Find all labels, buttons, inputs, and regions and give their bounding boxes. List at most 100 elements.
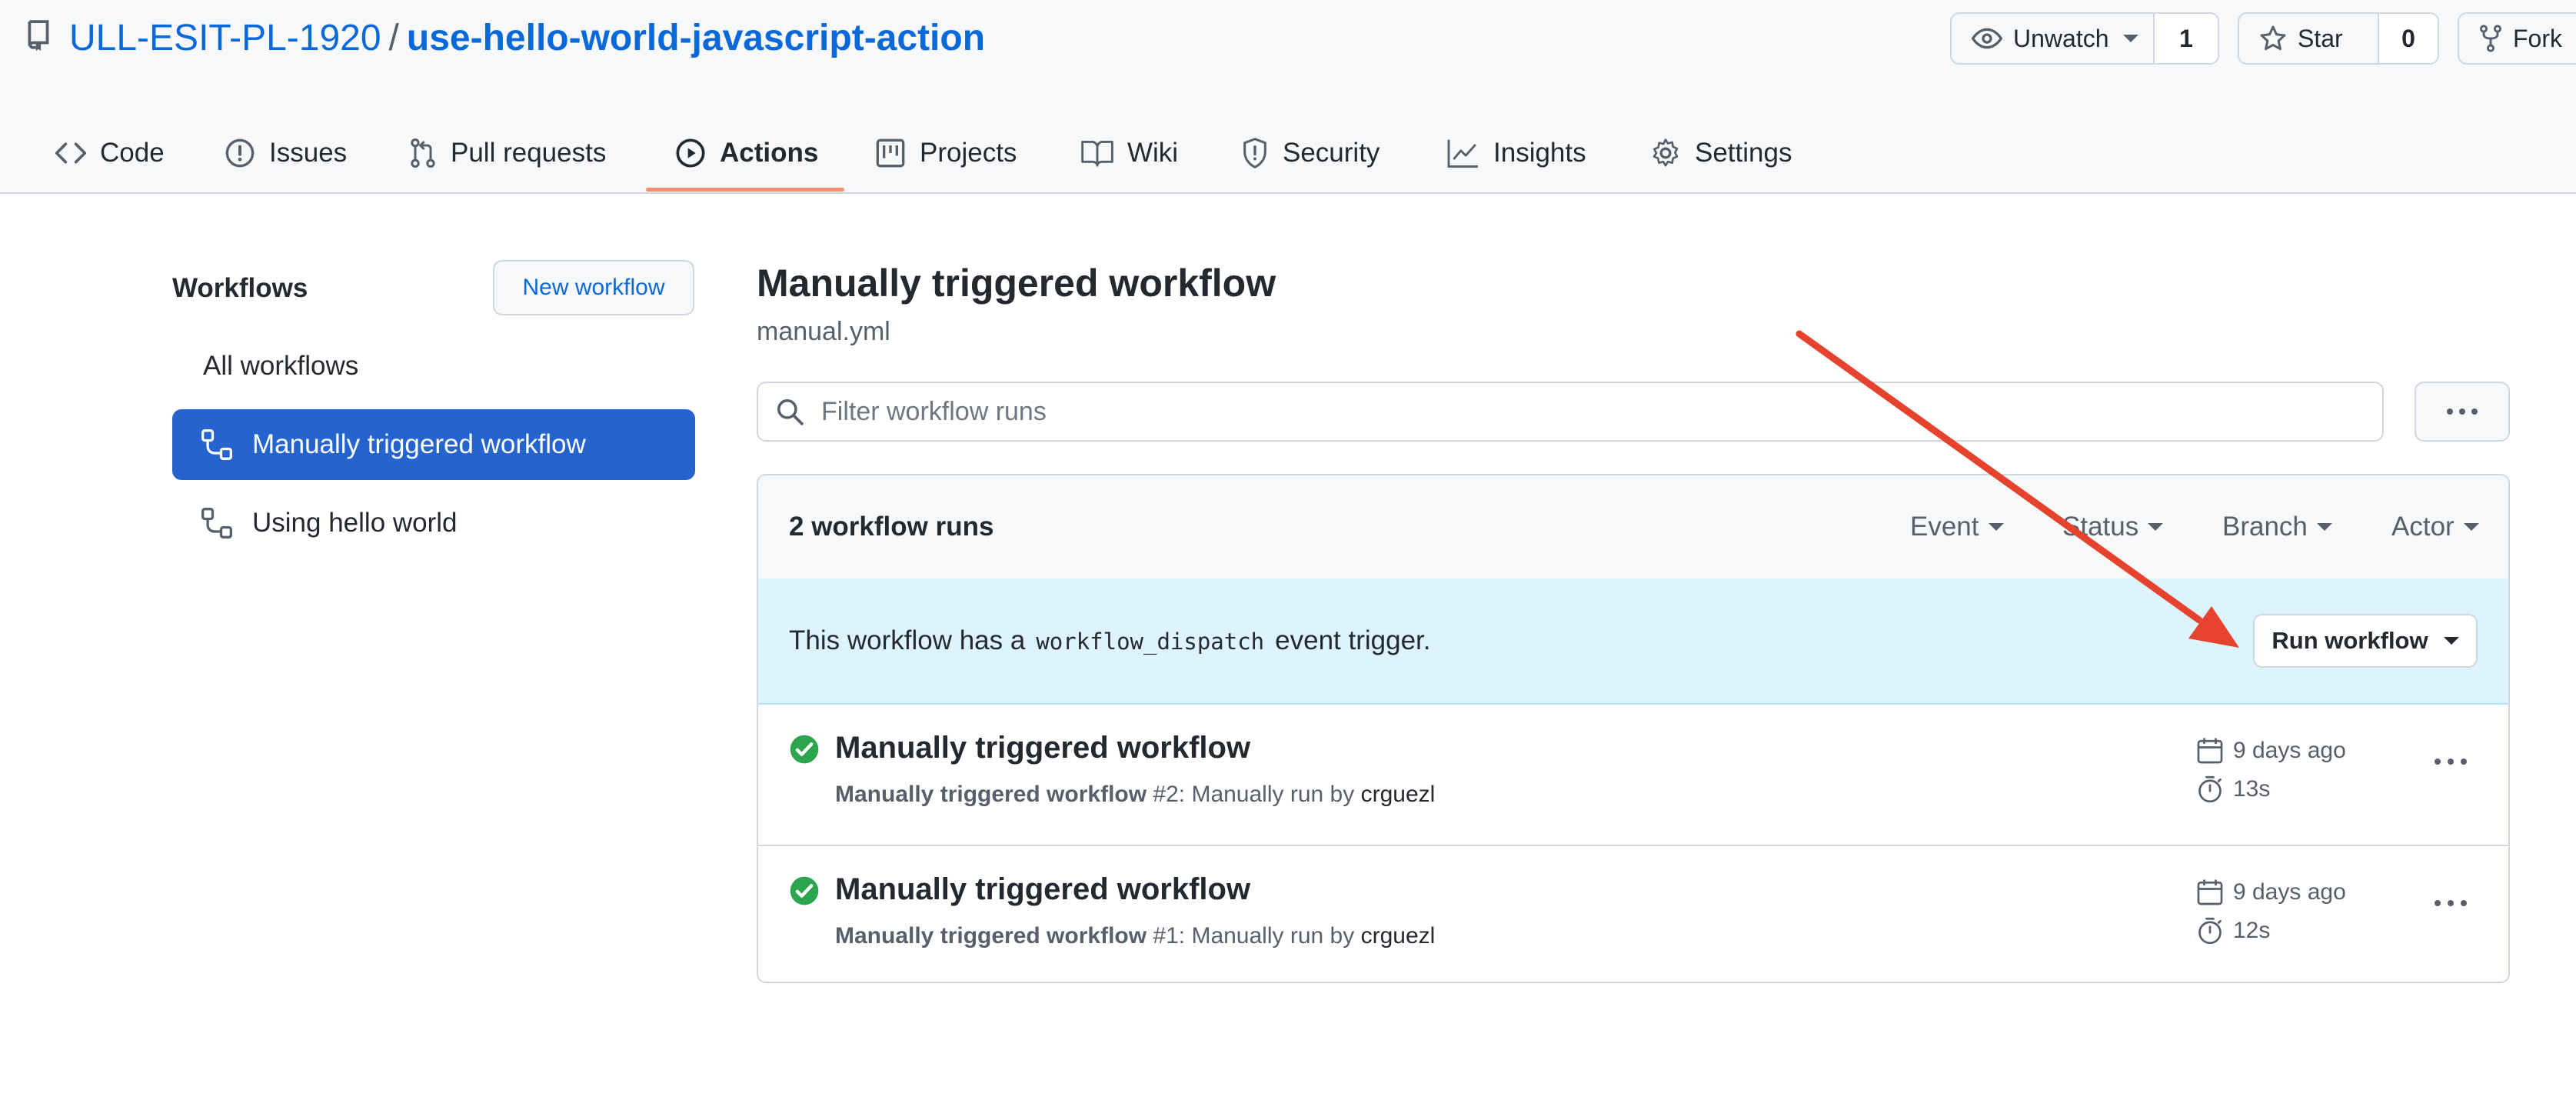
- tab-actions-label: Actions: [720, 138, 819, 168]
- kebab-horizontal-icon: [2445, 407, 2479, 416]
- success-check-icon: [789, 734, 820, 765]
- shield-icon: [1241, 138, 1283, 168]
- run-date: 9 days ago: [2196, 877, 2346, 908]
- eye-icon: [1972, 27, 2013, 50]
- issue-icon: [225, 138, 269, 168]
- run-actor[interactable]: crguezl: [1361, 782, 1436, 807]
- repo-name-link[interactable]: use-hello-world-javascript-action: [407, 18, 985, 58]
- tab-projects-label: Projects: [920, 138, 1017, 168]
- repo-title: ULL-ESIT-PL-1920/use-hello-world-javascr…: [69, 11, 985, 66]
- tab-projects[interactable]: Projects: [875, 115, 1017, 191]
- tab-issues[interactable]: Issues: [225, 115, 347, 191]
- repo-header: ULL-ESIT-PL-1920/use-hello-world-javascr…: [0, 0, 2576, 194]
- workflow-runs-panel: 2 workflow runs Event Status Branch Acto…: [757, 474, 2510, 983]
- tab-issues-label: Issues: [269, 138, 348, 168]
- dispatch-message: This workflow has a workflow_dispatch even…: [789, 622, 1430, 661]
- fork-label: Fork: [2513, 24, 2562, 52]
- pull-request-icon: [409, 138, 451, 168]
- run-date-text: 9 days ago: [2233, 738, 2346, 763]
- play-icon: [675, 138, 720, 168]
- event-filter-dropdown[interactable]: Event: [1910, 509, 2004, 545]
- status-filter-label: Status: [2062, 512, 2139, 542]
- watch-count[interactable]: 1: [2153, 14, 2218, 63]
- tab-settings[interactable]: Settings: [1650, 115, 1792, 191]
- actor-filter-label: Actor: [2391, 512, 2455, 542]
- run-number: #2: [1153, 782, 1179, 807]
- tab-settings-label: Settings: [1695, 138, 1792, 168]
- star-button[interactable]: Star: [2239, 14, 2378, 63]
- tab-pull-requests-label: Pull requests: [451, 138, 607, 168]
- workflow-run-row[interactable]: Manually triggered workflow Manually tri…: [758, 703, 2508, 846]
- runs-header: 2 workflow runs Event Status Branch Acto…: [758, 475, 2508, 580]
- run-duration-text: 12s: [2233, 918, 2271, 943]
- star-button-group: Star 0: [2238, 12, 2439, 65]
- run-description: : Manually run by: [1178, 923, 1355, 949]
- filter-workflow-runs: [757, 382, 2384, 442]
- active-tab-underline: [646, 188, 844, 192]
- fork-button[interactable]: Fork: [2458, 12, 2576, 65]
- workflow-run-row[interactable]: Manually triggered workflow Manually tri…: [758, 845, 2508, 982]
- star-count[interactable]: 0: [2378, 14, 2438, 63]
- tab-security-label: Security: [1283, 138, 1380, 168]
- sidebar-item-label: All workflows: [203, 351, 359, 381]
- tab-wiki-label: Wiki: [1127, 138, 1179, 168]
- dispatch-code: workflow_dispatch: [1036, 629, 1265, 655]
- sidebar-item-using-hello-world[interactable]: Using hello world: [172, 488, 695, 559]
- event-filter-label: Event: [1910, 512, 1979, 542]
- status-filter-dropdown[interactable]: Status: [2062, 509, 2164, 545]
- tab-wiki[interactable]: Wiki: [1081, 115, 1178, 191]
- sidebar-item-all-workflows[interactable]: All workflows: [172, 331, 695, 402]
- star-label: Star: [2298, 24, 2343, 52]
- run-workflow-name: Manually triggered workflow: [835, 923, 1147, 949]
- project-icon: [875, 138, 920, 168]
- branch-filter-dropdown[interactable]: Branch: [2222, 509, 2332, 545]
- actor-filter-dropdown[interactable]: Actor: [2391, 509, 2479, 545]
- success-check-icon: [789, 875, 820, 906]
- run-workflow-name: Manually triggered workflow: [835, 782, 1147, 807]
- run-workflow-label: Run workflow: [2271, 627, 2428, 654]
- chevron-down-icon: [2316, 523, 2332, 531]
- dispatch-suffix: event trigger.: [1275, 625, 1431, 655]
- tab-security[interactable]: Security: [1241, 115, 1380, 191]
- run-options-button[interactable]: [2433, 757, 2468, 766]
- chevron-down-icon: [2148, 523, 2164, 531]
- search-input[interactable]: [820, 395, 2284, 428]
- run-title-link[interactable]: Manually triggered workflow: [835, 868, 1250, 911]
- runs-count: 2 workflow runs: [789, 512, 994, 542]
- workflow-icon: [172, 428, 252, 462]
- tab-insights-label: Insights: [1493, 138, 1586, 168]
- more-options-button[interactable]: [2415, 382, 2510, 442]
- repo-icon: [26, 20, 52, 51]
- tab-pull-requests[interactable]: Pull requests: [409, 115, 606, 191]
- run-actor[interactable]: crguezl: [1361, 923, 1436, 949]
- run-workflow-button[interactable]: Run workflow: [2253, 614, 2478, 668]
- workflow-dispatch-banner: This workflow has a workflow_dispatch even…: [758, 579, 2508, 705]
- graph-icon: [1447, 138, 1493, 168]
- sidebar-item-label: Using hello world: [252, 508, 458, 538]
- run-date: 9 days ago: [2196, 735, 2346, 766]
- tab-actions[interactable]: Actions: [675, 115, 818, 191]
- page-title: Manually triggered workflow: [757, 262, 1276, 305]
- run-title-link[interactable]: Manually triggered workflow: [835, 726, 1250, 769]
- chevron-down-icon: [2463, 523, 2479, 531]
- sidebar-item-manually-triggered-workflow[interactable]: Manually triggered workflow: [172, 409, 695, 480]
- stopwatch-icon: [2196, 775, 2233, 803]
- unwatch-button[interactable]: Unwatch: [1952, 14, 2153, 63]
- run-meta: Manually triggered workflow #1: Manually…: [835, 920, 1435, 952]
- workflow-file-name[interactable]: manual.yml: [757, 314, 890, 349]
- unwatch-label: Unwatch: [2013, 24, 2109, 52]
- fork-icon: [2479, 25, 2513, 52]
- tab-code[interactable]: Code: [55, 115, 165, 191]
- run-number: #1: [1153, 923, 1179, 949]
- code-icon: [55, 142, 100, 165]
- chevron-down-icon: [1988, 523, 2004, 531]
- workflows-title: Workflows: [172, 273, 308, 303]
- gear-icon: [1650, 138, 1695, 168]
- dispatch-prefix: This workflow has a: [789, 625, 1026, 655]
- run-duration: 12s: [2196, 915, 2270, 946]
- tab-insights[interactable]: Insights: [1447, 115, 1586, 191]
- run-options-button[interactable]: [2433, 899, 2468, 908]
- repo-owner-link[interactable]: ULL-ESIT-PL-1920: [69, 18, 381, 58]
- run-duration-text: 13s: [2233, 776, 2271, 802]
- new-workflow-button[interactable]: New workflow: [493, 260, 694, 315]
